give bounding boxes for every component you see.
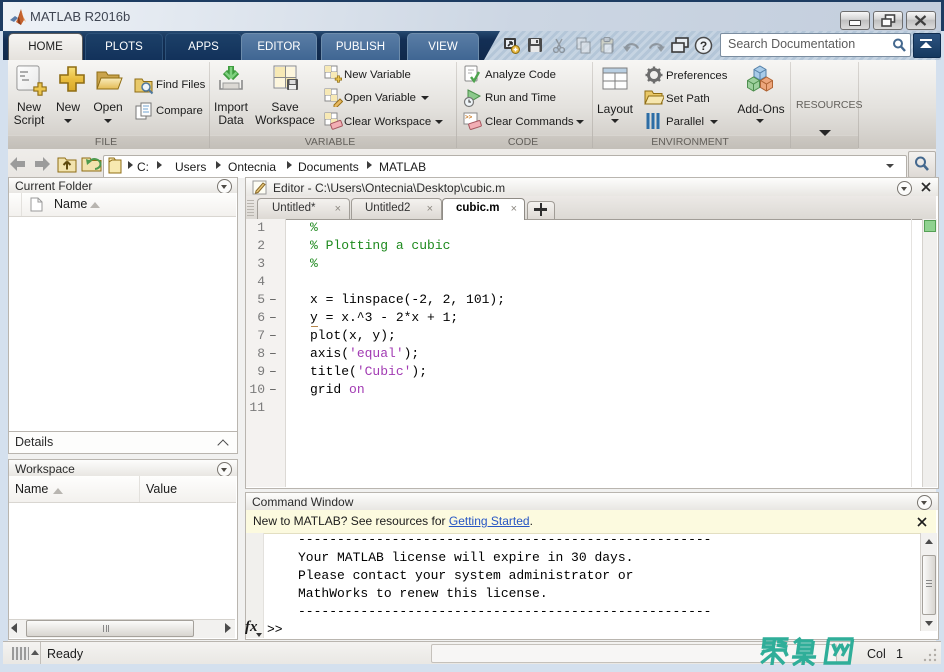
svg-text:?: ?	[700, 39, 707, 53]
svg-text:>>: >>	[465, 114, 473, 121]
